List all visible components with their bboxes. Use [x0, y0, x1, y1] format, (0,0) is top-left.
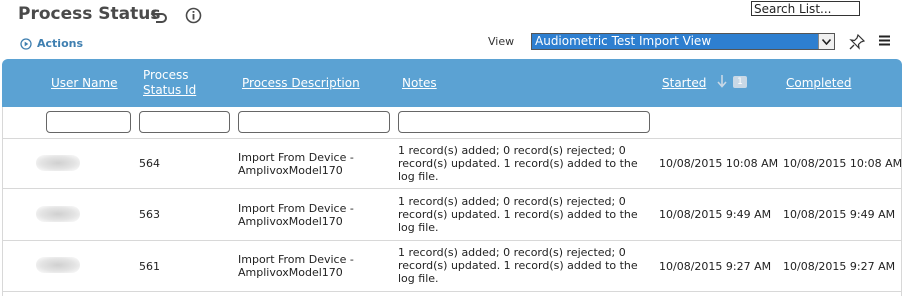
filter-process-description[interactable] — [238, 111, 390, 133]
row-divider — [2, 138, 902, 139]
cell-description-line: Import From Device - — [238, 253, 354, 266]
cell-description-line: AmplivoxModel170 — [238, 266, 343, 279]
user-name-redacted — [36, 155, 80, 171]
column-header-started[interactable]: Started — [662, 76, 706, 91]
cell-completed: 10/08/2015 9:27 AM — [783, 260, 896, 273]
cell-notes: 1 record(s) added; 0 record(s) rejected;… — [398, 195, 648, 234]
chevron-down-icon[interactable] — [818, 34, 834, 49]
cell-notes-line: log file. — [398, 272, 439, 285]
cell-started: 10/08/2015 9:27 AM — [659, 260, 772, 273]
view-label: View — [488, 35, 515, 48]
grid-header — [2, 59, 902, 107]
cell-notes-line: log file. — [398, 221, 439, 234]
cell-started: 10/08/2015 9:49 AM — [659, 208, 772, 221]
sort-rank-badge: 1 — [733, 76, 747, 88]
cell-process-description: Import From Device - AmplivoxModel170 — [238, 253, 354, 279]
cell-notes: 1 record(s) added; 0 record(s) rejected;… — [398, 144, 648, 183]
view-select-value: Audiometric Test Import View — [535, 34, 712, 48]
cell-process-status-id: 563 — [139, 208, 160, 221]
cell-notes-line: 1 record(s) added; 0 record(s) rejected;… — [398, 246, 626, 259]
cell-description-line: AmplivoxModel170 — [238, 164, 343, 177]
row-divider — [2, 291, 902, 292]
column-header-completed[interactable]: Completed — [786, 76, 851, 91]
cell-notes: 1 record(s) added; 0 record(s) rejected;… — [398, 246, 648, 285]
row-divider — [2, 188, 902, 189]
back-icon[interactable] — [150, 8, 168, 24]
cell-notes-line: record(s) updated. 1 record(s) added to … — [398, 157, 638, 170]
cell-completed: 10/08/2015 10:08 AM — [783, 157, 903, 170]
filter-process-status-id[interactable] — [139, 111, 230, 133]
column-header-process-status-id-line1: Process — [143, 68, 189, 82]
cell-description-line: Import From Device - — [238, 202, 354, 215]
cell-notes-line: record(s) updated. 1 record(s) added to … — [398, 259, 638, 272]
cell-process-status-id: 564 — [139, 157, 160, 170]
row-divider — [2, 240, 902, 241]
column-header-notes[interactable]: Notes — [402, 76, 437, 91]
cell-notes-line: 1 record(s) added; 0 record(s) rejected;… — [398, 195, 626, 208]
column-header-process-status-id[interactable]: Process Status Id — [143, 68, 196, 98]
grid-border-left — [2, 107, 3, 296]
search-input[interactable] — [751, 1, 860, 16]
cell-description-line: Import From Device - — [238, 151, 354, 164]
user-name-redacted — [36, 206, 80, 222]
cell-notes-line: record(s) updated. 1 record(s) added to … — [398, 208, 638, 221]
cell-completed: 10/08/2015 9:49 AM — [783, 208, 896, 221]
cell-started: 10/08/2015 10:08 AM — [659, 157, 779, 170]
filter-user-name[interactable] — [46, 111, 131, 133]
menu-icon[interactable] — [879, 35, 890, 46]
filter-notes[interactable] — [398, 111, 650, 133]
cell-description-line: AmplivoxModel170 — [238, 215, 343, 228]
info-icon[interactable] — [185, 7, 202, 24]
user-name-redacted — [36, 257, 80, 273]
actions-label: Actions — [37, 37, 83, 50]
pin-icon[interactable] — [849, 34, 865, 50]
column-header-process-status-id-line2: Status Id — [143, 83, 197, 97]
column-header-process-description[interactable]: Process Description — [242, 76, 360, 91]
cell-process-status-id: 561 — [139, 260, 160, 273]
view-select[interactable]: Audiometric Test Import View — [531, 33, 835, 50]
column-header-user-name[interactable]: User Name — [51, 76, 118, 91]
cell-notes-line: 1 record(s) added; 0 record(s) rejected;… — [398, 144, 626, 157]
sort-down-icon[interactable] — [717, 74, 727, 88]
actions-menu[interactable]: Actions — [20, 37, 83, 50]
page-title: Process Status — [18, 4, 161, 24]
cell-process-description: Import From Device - AmplivoxModel170 — [238, 151, 354, 177]
cell-process-description: Import From Device - AmplivoxModel170 — [238, 202, 354, 228]
cell-notes-line: log file. — [398, 170, 439, 183]
actions-play-icon — [20, 37, 32, 50]
grid-border-right — [901, 107, 902, 296]
